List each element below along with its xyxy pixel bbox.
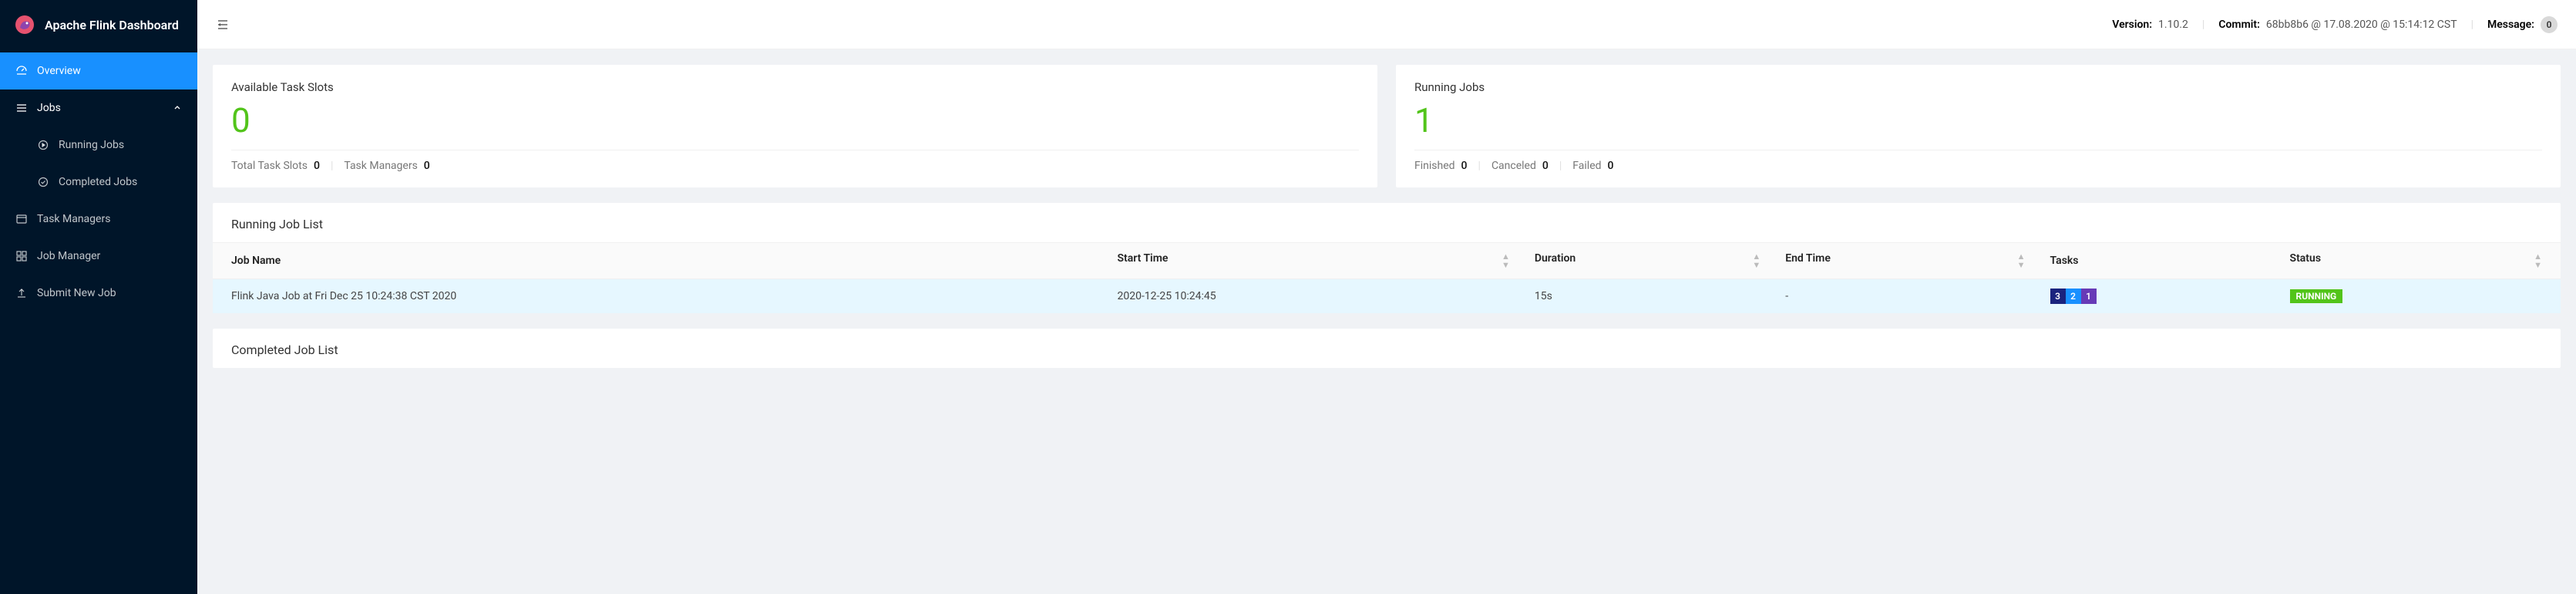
schedule-icon <box>15 213 28 225</box>
sidebar-item-label: Overview <box>37 65 81 77</box>
top-header: Version: 1.10.2 | Commit: 68bb8b6 @ 17.0… <box>197 0 2576 49</box>
sort-icon: ▲▼ <box>2017 252 2026 269</box>
status-badge: RUNNING <box>2290 289 2343 303</box>
cell-start-time: 2020-12-25 10:24:45 <box>1105 279 1522 314</box>
cell-end-time: - <box>1773 279 2037 314</box>
sidebar-item-overview[interactable]: Overview <box>0 52 197 89</box>
list-title: Running Job List <box>213 203 2561 242</box>
cell-tasks: 3 2 1 <box>2038 279 2278 314</box>
sort-icon: ▲▼ <box>1502 252 1510 269</box>
canceled-count: Canceled 0 <box>1491 160 1549 172</box>
available-slots-value: 0 <box>231 102 1359 139</box>
commit-label: Commit: <box>2218 19 2260 31</box>
task-managers-count: Task Managers 0 <box>344 160 429 172</box>
sidebar-item-label: Submit New Job <box>37 287 116 299</box>
sort-icon: ▲▼ <box>1752 252 1760 269</box>
check-circle-icon <box>37 176 49 188</box>
col-tasks[interactable]: Tasks <box>2038 243 2278 279</box>
bars-icon <box>15 102 28 114</box>
sidebar-item-completed-jobs[interactable]: Completed Jobs <box>22 164 197 201</box>
play-circle-icon <box>37 139 49 151</box>
completed-job-list-card: Completed Job List <box>213 329 2561 368</box>
running-jobs-table: Job Name Start Time▲▼ Duration▲▼ End Tim… <box>213 242 2561 313</box>
sort-icon: ▲▼ <box>2534 252 2542 269</box>
col-job-name[interactable]: Job Name <box>213 243 1105 279</box>
sidebar: Apache Flink Dashboard Overview Jobs <box>0 0 197 594</box>
upload-icon <box>15 287 28 299</box>
sidebar-item-job-manager[interactable]: Job Manager <box>0 238 197 275</box>
sidebar-item-label: Job Manager <box>37 250 100 262</box>
chevron-up-icon <box>173 103 182 113</box>
version-value: 1.10.2 <box>2158 19 2188 31</box>
separator: | <box>2471 19 2473 31</box>
message-label: Message: <box>2487 19 2534 31</box>
list-title: Completed Job List <box>213 329 2561 368</box>
total-task-slots: Total Task Slots 0 <box>231 160 320 172</box>
version-label: Version: <box>2112 19 2152 31</box>
sidebar-nav: Overview Jobs Running Jobs <box>0 49 197 312</box>
commit-value: 68bb8b6 @ 17.08.2020 @ 15:14:12 CST <box>2266 19 2457 31</box>
task-badge: 3 <box>2050 289 2066 304</box>
sidebar-item-running-jobs[interactable]: Running Jobs <box>22 127 197 164</box>
sidebar-item-label: Task Managers <box>37 213 110 225</box>
sidebar-item-task-managers[interactable]: Task Managers <box>0 201 197 238</box>
failed-count: Failed 0 <box>1572 160 1613 172</box>
running-jobs-card: Running Jobs 1 Finished 0 | Canceled 0 <box>1396 65 2561 187</box>
running-jobs-value: 1 <box>1414 102 2542 139</box>
col-status[interactable]: Status▲▼ <box>2278 243 2561 279</box>
task-badge: 2 <box>2066 289 2081 304</box>
task-badge: 1 <box>2081 289 2097 304</box>
cell-job-name: Flink Java Job at Fri Dec 25 10:24:38 CS… <box>213 279 1105 314</box>
col-duration[interactable]: Duration▲▼ <box>1522 243 1773 279</box>
card-title: Running Jobs <box>1414 80 2542 94</box>
card-title: Available Task Slots <box>231 80 1359 94</box>
finished-count: Finished 0 <box>1414 160 1468 172</box>
cell-status: RUNNING <box>2278 279 2561 314</box>
brand-bar: Apache Flink Dashboard <box>0 0 197 49</box>
available-task-slots-card: Available Task Slots 0 Total Task Slots … <box>213 65 1377 187</box>
sidebar-item-label: Running Jobs <box>59 139 124 151</box>
sidebar-item-label: Jobs <box>37 102 61 114</box>
dashboard-icon <box>15 65 28 77</box>
sidebar-item-jobs[interactable]: Jobs <box>0 89 197 127</box>
menu-fold-icon[interactable] <box>216 18 230 32</box>
cell-duration: 15s <box>1522 279 1773 314</box>
table-row[interactable]: Flink Java Job at Fri Dec 25 10:24:38 CS… <box>213 279 2561 314</box>
col-start-time[interactable]: Start Time▲▼ <box>1105 243 1522 279</box>
brand-title: Apache Flink Dashboard <box>45 18 179 32</box>
separator: | <box>2202 19 2204 31</box>
message-count-badge[interactable]: 0 <box>2541 16 2558 33</box>
sidebar-item-submit-new-job[interactable]: Submit New Job <box>0 275 197 312</box>
build-icon <box>15 250 28 262</box>
sidebar-item-label: Completed Jobs <box>59 176 137 188</box>
flink-logo-icon <box>14 14 35 35</box>
col-end-time[interactable]: End Time▲▼ <box>1773 243 2037 279</box>
running-job-list-card: Running Job List Job Name Start Time▲▼ D… <box>213 203 2561 313</box>
